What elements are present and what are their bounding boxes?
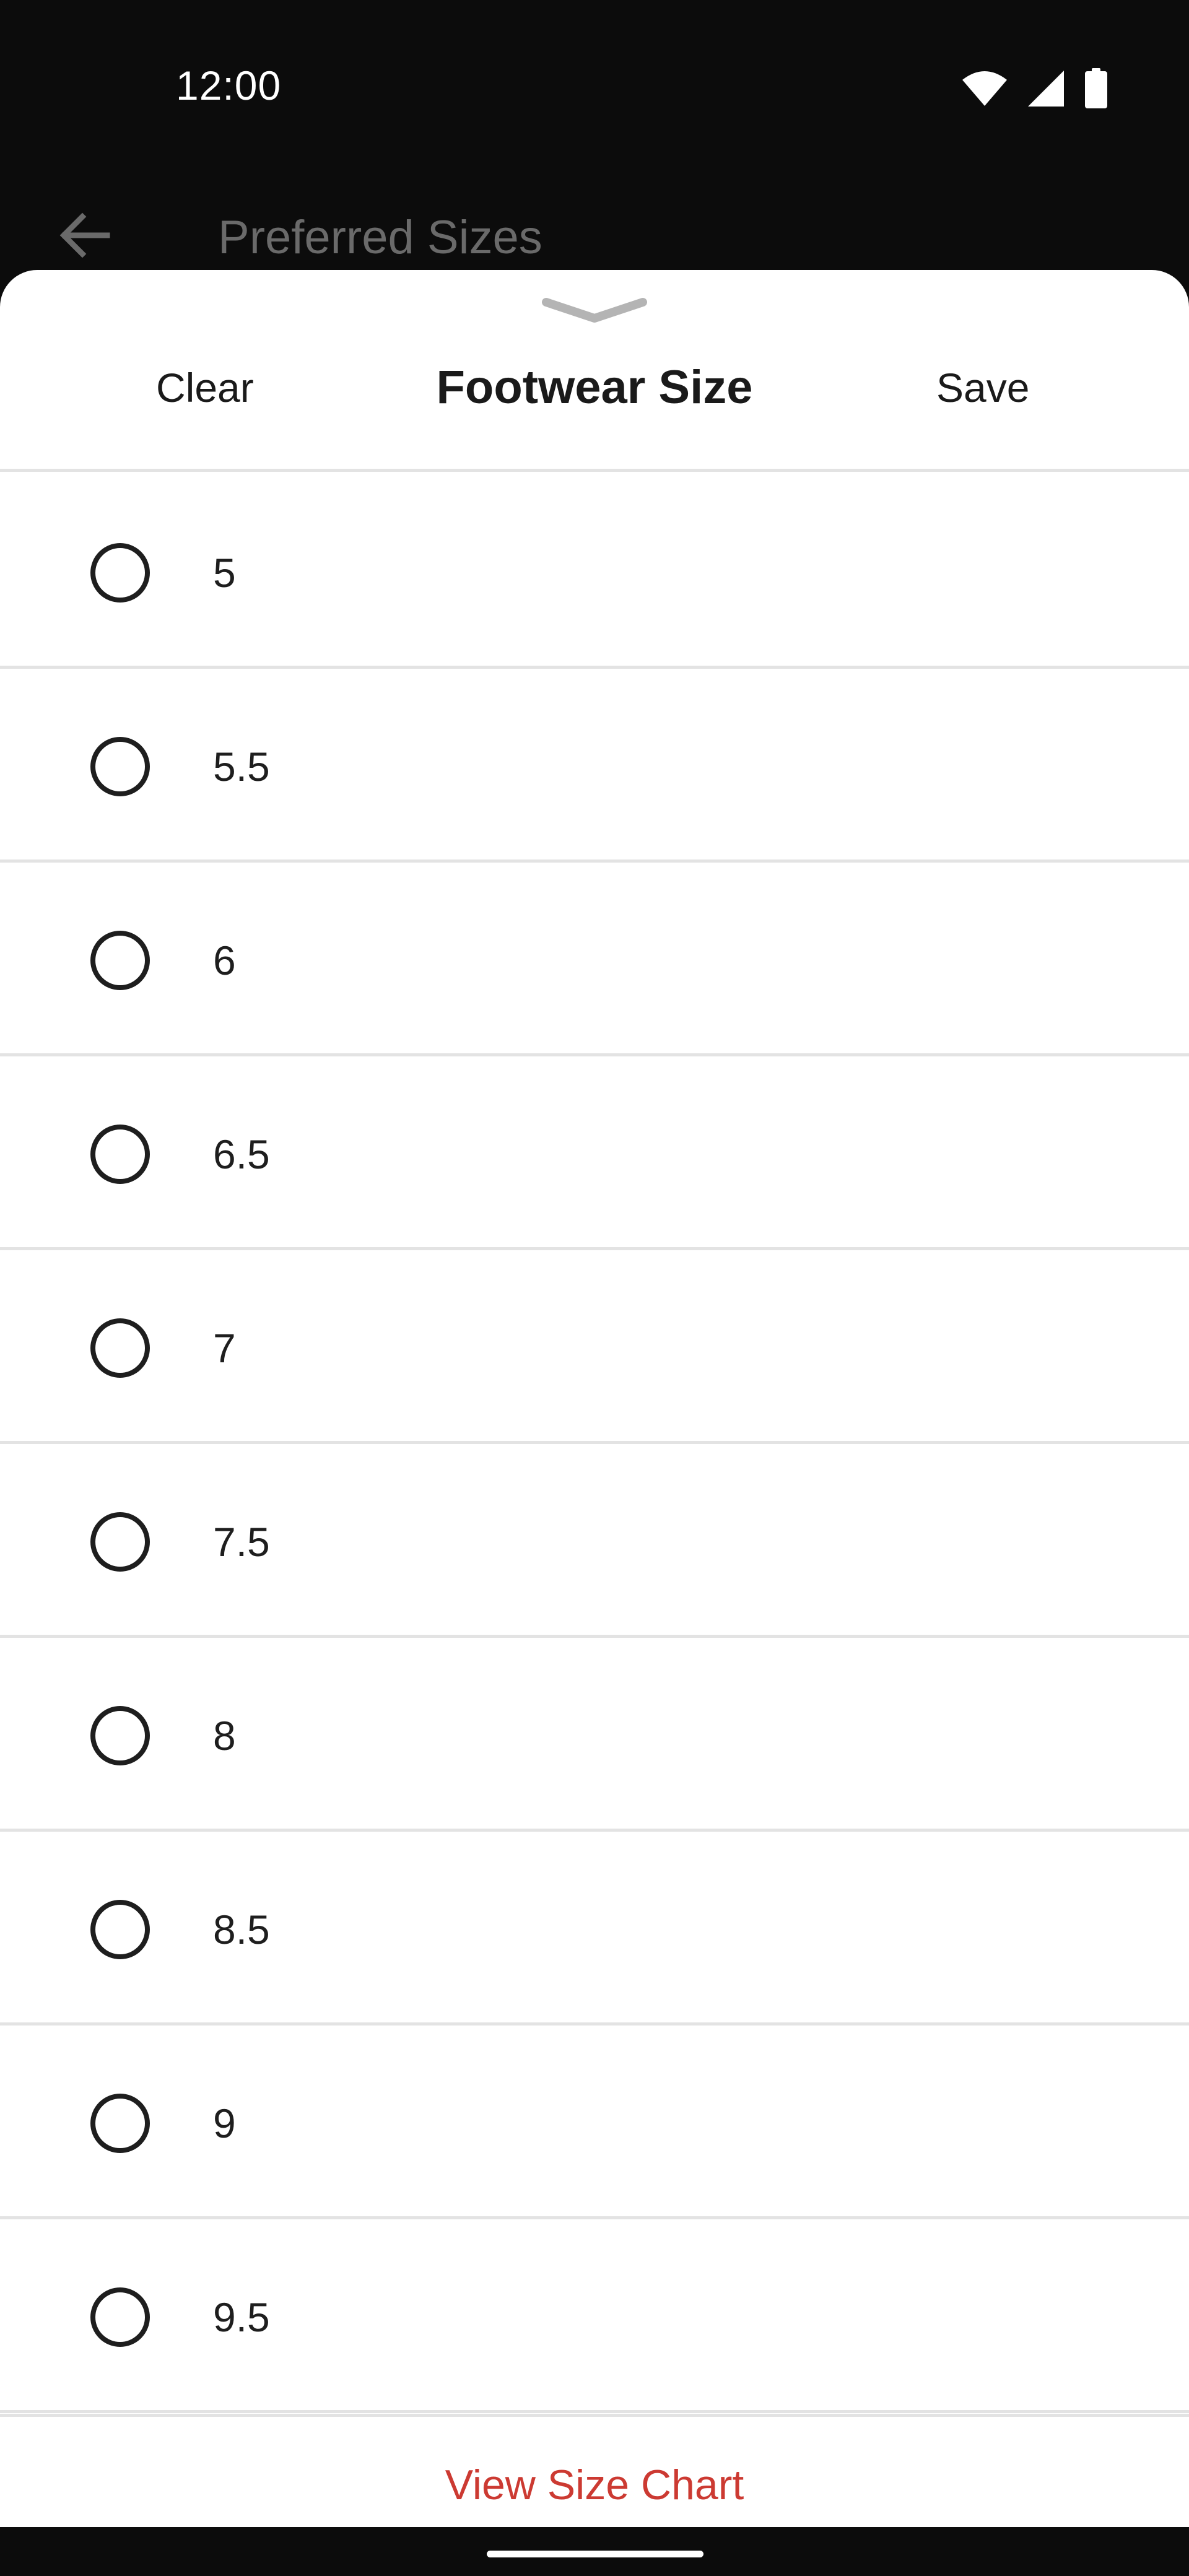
size-option-row[interactable]: 7.5 xyxy=(0,1444,1189,1638)
page-title: Preferred Sizes xyxy=(218,211,542,264)
radio-button[interactable] xyxy=(90,1318,150,1378)
size-option-row[interactable]: 9 xyxy=(0,2026,1189,2219)
size-label: 5.5 xyxy=(213,744,270,790)
size-label: 8.5 xyxy=(213,1907,270,1952)
size-option-row[interactable]: 9.5 xyxy=(0,2219,1189,2413)
size-option-row[interactable]: 6.5 xyxy=(0,1056,1189,1250)
sheet-footer: View Size Chart xyxy=(0,2414,1189,2527)
size-label: 6.5 xyxy=(213,1131,270,1177)
size-label: 8 xyxy=(213,1713,236,1759)
radio-button[interactable] xyxy=(90,1900,150,1959)
arrow-back-icon[interactable] xyxy=(53,204,115,266)
cell-signal-icon xyxy=(1027,69,1065,111)
status-bar: 12:00 xyxy=(0,0,1189,180)
view-size-chart-link[interactable]: View Size Chart xyxy=(0,2454,1189,2516)
status-icons xyxy=(961,68,1108,112)
footwear-size-sheet: Clear Footwear Size Save 5 5.5 6 6.5 7 7… xyxy=(0,270,1189,2527)
radio-button[interactable] xyxy=(90,1706,150,1765)
size-label: 6 xyxy=(213,938,236,983)
radio-button[interactable] xyxy=(90,1512,150,1572)
radio-button[interactable] xyxy=(90,2287,150,2347)
gesture-nav-bar xyxy=(0,2527,1189,2576)
size-label: 9 xyxy=(213,2100,236,2146)
size-label: 7 xyxy=(213,1325,236,1371)
radio-button[interactable] xyxy=(90,1125,150,1184)
size-option-row[interactable]: 6 xyxy=(0,863,1189,1056)
sheet-header: Clear Footwear Size Save xyxy=(0,326,1189,472)
radio-button[interactable] xyxy=(90,737,150,796)
size-option-row[interactable]: 8 xyxy=(0,1638,1189,1832)
size-label: 5 xyxy=(213,550,236,596)
size-option-row[interactable]: 8.5 xyxy=(0,1832,1189,2026)
size-option-row[interactable]: 5 xyxy=(0,475,1189,669)
size-option-row[interactable]: 7 xyxy=(0,1250,1189,1444)
size-label: 7.5 xyxy=(213,1519,270,1565)
radio-button[interactable] xyxy=(90,931,150,990)
battery-icon xyxy=(1084,68,1108,112)
screen: 12:00 Preferred Sizes Clear Footwear Siz… xyxy=(0,0,1189,2576)
chevron-down-icon[interactable] xyxy=(539,294,650,331)
wifi-icon xyxy=(961,70,1008,110)
size-label: 9.5 xyxy=(213,2294,270,2340)
status-time: 12:00 xyxy=(176,63,282,108)
save-button[interactable]: Save xyxy=(936,357,1029,419)
radio-button[interactable] xyxy=(90,543,150,603)
size-list: 5 5.5 6 6.5 7 7.5 8 8.5 9 9.5 xyxy=(0,475,1189,2413)
home-gesture-handle[interactable] xyxy=(487,2551,703,2557)
radio-button[interactable] xyxy=(90,2094,150,2153)
size-option-row[interactable]: 5.5 xyxy=(0,669,1189,863)
